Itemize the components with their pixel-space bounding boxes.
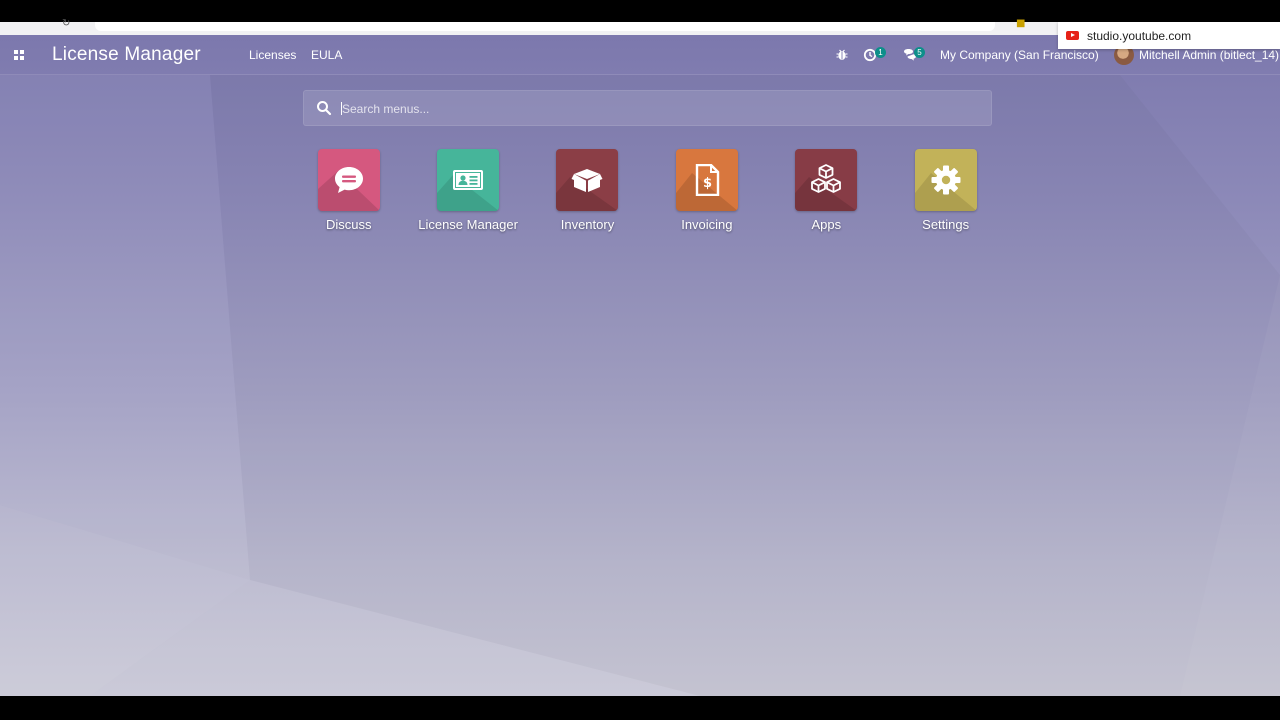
screen-top-bar — [0, 0, 1280, 22]
apps-app-icon[interactable] — [795, 149, 858, 211]
app-label-apps: Apps — [811, 217, 842, 232]
odoo-home-menu: License Manager Licenses EULA 1 5 My Com… — [0, 35, 1280, 696]
invoice-dollar-icon: $ — [695, 164, 720, 196]
reload-icon[interactable]: ↻ — [62, 18, 70, 29]
app-inventory[interactable]: Inventory — [528, 149, 647, 232]
activity-count-badge: 1 — [875, 47, 886, 58]
app-label-invoicing: Invoicing — [681, 217, 733, 232]
cubes-icon — [811, 164, 842, 193]
app-label-settings: Settings — [922, 217, 970, 232]
id-card-icon — [453, 170, 484, 190]
user-menu[interactable]: Mitchell Admin (bitlect_14) — [1139, 48, 1279, 62]
youtube-icon — [1066, 31, 1079, 40]
svg-text:$: $ — [703, 176, 712, 191]
app-invoicing[interactable]: $ Invoicing — [647, 149, 766, 232]
message-count-badge: 5 — [914, 47, 925, 58]
settings-app-icon[interactable] — [914, 149, 977, 211]
chat-bubble-icon — [334, 167, 363, 193]
extension-icon[interactable]: ■ — [1016, 18, 1025, 29]
app-license-manager[interactable]: License Manager — [408, 149, 527, 232]
invoicing-app-icon[interactable]: $ — [675, 149, 738, 211]
app-grid-icon[interactable] — [14, 50, 24, 60]
app-label-license-manager: License Manager — [418, 217, 518, 232]
tooltip-url: studio.youtube.com — [1087, 28, 1192, 43]
browser-address-bar[interactable] — [95, 22, 995, 31]
inventory-app-icon[interactable] — [556, 149, 619, 211]
app-label-inventory: Inventory — [560, 217, 615, 232]
company-switcher[interactable]: My Company (San Francisco) — [940, 48, 1099, 62]
discuss-app-icon[interactable] — [317, 149, 380, 211]
bug-icon[interactable] — [836, 48, 848, 61]
tab-url-tooltip: studio.youtube.com — [1058, 22, 1280, 49]
app-apps[interactable]: Apps — [767, 149, 886, 232]
search-input[interactable] — [340, 97, 964, 121]
background-facets — [0, 75, 1280, 696]
menu-search-bar[interactable] — [303, 90, 992, 126]
app-title[interactable]: License Manager — [52, 44, 201, 66]
text-caret — [341, 102, 342, 115]
box-icon — [571, 169, 603, 192]
search-icon — [317, 101, 332, 116]
app-grid: Discuss License Manager Inventory $ Invo… — [289, 149, 1005, 232]
app-settings[interactable]: Settings — [886, 149, 1005, 232]
menu-licenses[interactable]: Licenses — [249, 48, 296, 62]
license-manager-app-icon[interactable] — [437, 149, 500, 211]
gear-icon — [931, 165, 961, 195]
app-discuss[interactable]: Discuss — [289, 149, 408, 232]
menu-eula[interactable]: EULA — [311, 48, 342, 62]
app-label-discuss: Discuss — [325, 217, 372, 232]
screen-bottom-bar — [0, 696, 1280, 720]
